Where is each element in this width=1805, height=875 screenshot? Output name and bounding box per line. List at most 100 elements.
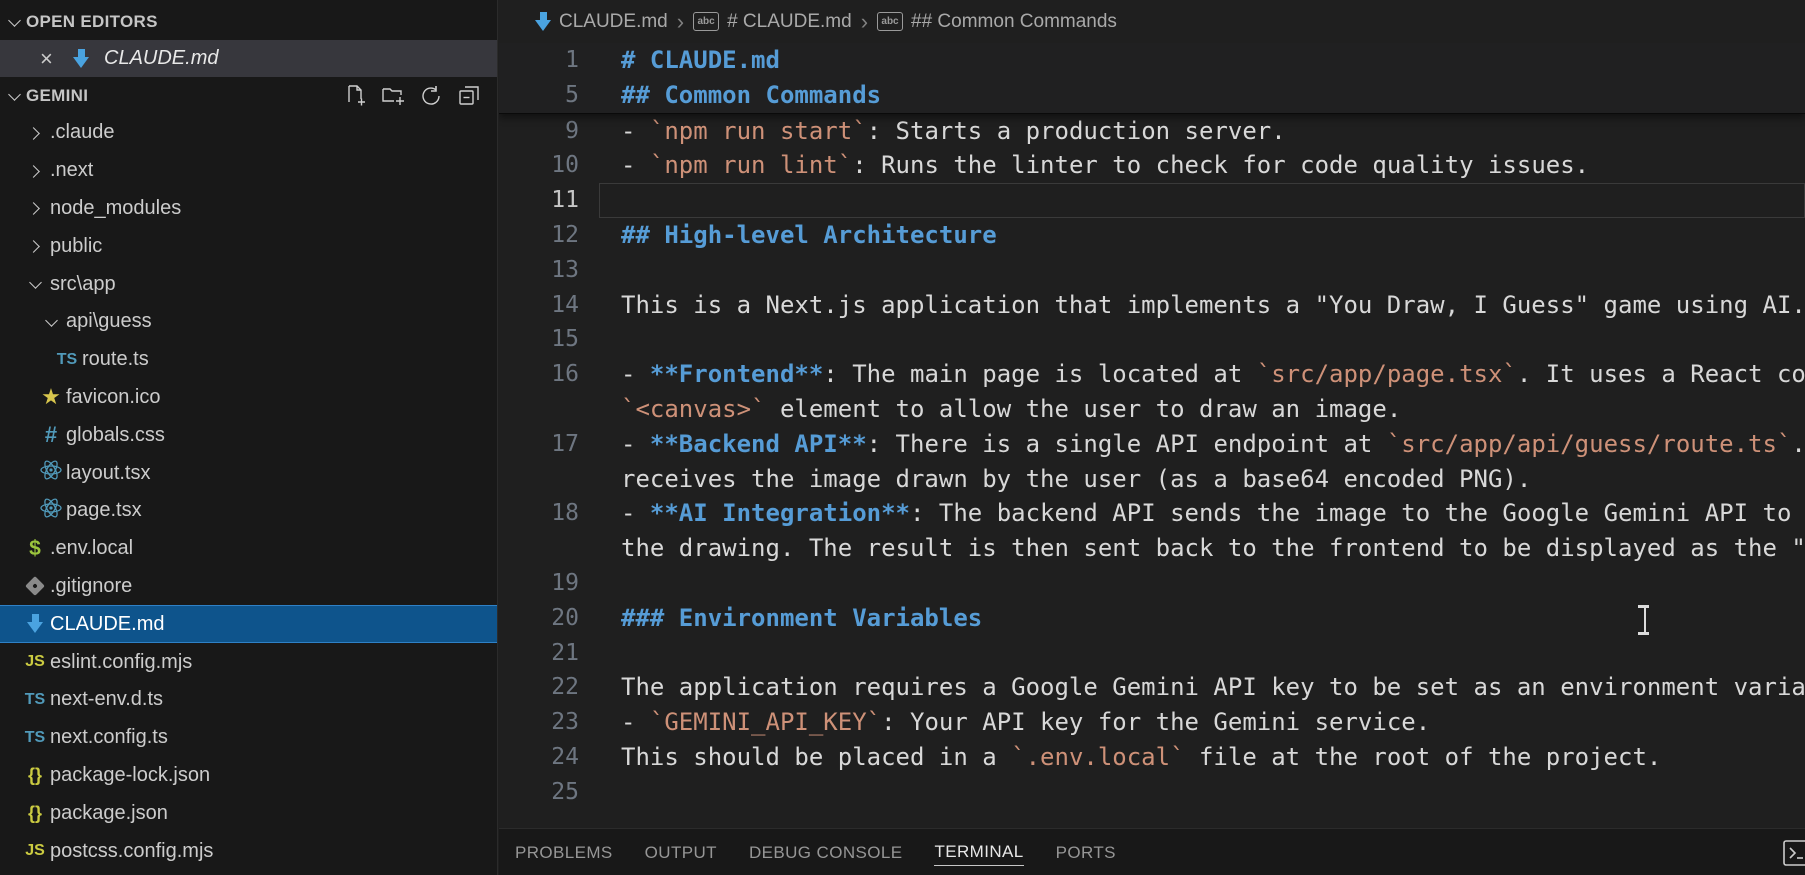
- panel-tab-terminal[interactable]: TERMINAL: [934, 838, 1024, 866]
- tree-item-favicon-ico[interactable]: ★ favicon.ico: [0, 379, 497, 417]
- token-text: -: [621, 499, 650, 528]
- token-code: `npm run lint`: [649, 151, 853, 180]
- editor-line[interactable]: 18 - **AI Integration**: The backend API …: [499, 496, 1805, 531]
- tree-item-postcss-config-mjs[interactable]: JS postcss.config.mjs: [0, 832, 497, 870]
- editor-line[interactable]: 19: [499, 566, 1805, 601]
- editor-line[interactable]: 15: [499, 322, 1805, 357]
- tree-item--env-local[interactable]: $ .env.local: [0, 530, 497, 568]
- chevron-down-icon: [45, 316, 57, 328]
- token-code: `src/app/page.tsx`: [1256, 360, 1517, 389]
- token-code: `<canvas>`: [621, 394, 766, 423]
- token-text: : There is a single API endpoint at: [866, 429, 1387, 458]
- editor-line[interactable]: 23 - `GEMINI_API_KEY`: Your API key for t…: [499, 705, 1805, 740]
- token-heading: # CLAUDE.md: [621, 46, 780, 74]
- tree-item-src-app[interactable]: src\app: [0, 265, 497, 303]
- line-number: 12: [551, 221, 579, 248]
- tree-item-label: public: [50, 234, 103, 257]
- tree-item--next[interactable]: .next: [0, 152, 497, 190]
- panel-tab-ports[interactable]: PORTS: [1056, 839, 1116, 866]
- editor-line[interactable]: 10 - `npm run lint`: Runs the linter to c…: [499, 148, 1805, 183]
- panel-tab-debug-console[interactable]: DEBUG CONSOLE: [749, 839, 903, 866]
- tree-item-label: package-lock.json: [50, 763, 211, 786]
- editor-line[interactable]: 22 The application requires a Google Gemi…: [499, 670, 1805, 705]
- editor-line[interactable]: receives the image drawn by the user (as…: [499, 462, 1805, 497]
- file-icon-slot: $: [20, 537, 50, 561]
- editor-line[interactable]: 24 This should be placed in a `.env.local…: [499, 740, 1805, 775]
- tree-item--gitignore[interactable]: .gitignore: [0, 568, 497, 606]
- tree-item-eslint-config-mjs[interactable]: JS eslint.config.mjs: [0, 643, 497, 681]
- token-text: This should be placed in a: [621, 742, 1012, 771]
- explorer-section-header[interactable]: GEMINI: [0, 77, 497, 114]
- tree-item-label: .gitignore: [50, 574, 133, 597]
- editor-line[interactable]: 1 # CLAUDE.md: [499, 43, 1805, 78]
- token-bold: **Frontend**: [649, 360, 824, 389]
- editor-line[interactable]: the drawing. The result is then sent bac…: [499, 531, 1805, 566]
- tree-item-package-json[interactable]: {} package.json: [0, 794, 497, 832]
- tree-item-claude-md[interactable]: CLAUDE.md: [0, 605, 497, 644]
- chevron-down-icon: [8, 90, 20, 102]
- close-icon[interactable]: ×: [40, 46, 66, 72]
- line-number: 20: [551, 604, 579, 631]
- editor-line[interactable]: 13: [499, 253, 1805, 288]
- editor-line[interactable]: 20 ### Environment Variables: [499, 601, 1805, 636]
- breadcrumb-item[interactable]: CLAUDE.md: [535, 11, 668, 33]
- tree-item-label: next-env.d.ts: [50, 688, 164, 711]
- tree-item-node-modules[interactable]: node_modules: [0, 190, 497, 228]
- editor-pane[interactable]: 1 # CLAUDE.md 5 ## Common Commands 9 - `npm …: [499, 43, 1805, 828]
- folder-chevron: [20, 240, 50, 252]
- editor-line[interactable]: 17 - **Backend API**: There is a single A…: [499, 427, 1805, 462]
- css-hash-icon: #: [44, 422, 58, 448]
- editor-line[interactable]: 25: [499, 775, 1805, 810]
- panel-tab-problems[interactable]: PROBLEMS: [515, 839, 613, 866]
- breadcrumb: CLAUDE.md › abc # CLAUDE.md › abc ## Common Co…: [499, 0, 1805, 43]
- breadcrumb-item[interactable]: abc ## Common Commands: [877, 11, 1117, 33]
- line-content: - **AI Integration**: The backend API se…: [621, 496, 1805, 531]
- chevron-right-icon: [29, 165, 41, 177]
- tree-item-label: package.json: [50, 801, 168, 824]
- line-content: - `npm run start`: Starts a production s…: [621, 114, 1286, 149]
- token-bold: **AI Integration**: [649, 499, 910, 528]
- tree-item-globals-css[interactable]: # globals.css: [0, 416, 497, 454]
- tree-item-package-lock-json[interactable]: {} package-lock.json: [0, 757, 497, 795]
- editor-lines[interactable]: 9 - `npm run start`: Starts a production …: [499, 114, 1805, 810]
- file-icon-slot: [36, 496, 66, 526]
- editor-group: CLAUDE.md › abc # CLAUDE.md › abc ## Common Co…: [499, 0, 1805, 875]
- editor-line[interactable]: 14 This is a Next.js application that imp…: [499, 288, 1805, 323]
- editor-line[interactable]: 5 ## Common Commands: [499, 78, 1805, 113]
- line-number: 5: [565, 81, 579, 108]
- editor-line[interactable]: 21: [499, 636, 1805, 671]
- line-content: ### Environment Variables: [621, 601, 982, 636]
- markdown-icon: [535, 11, 551, 32]
- tree-item-label: .claude: [50, 121, 115, 144]
- refresh-icon[interactable]: [418, 83, 443, 108]
- tree-item--claude[interactable]: .claude: [0, 114, 497, 152]
- panel-tab-output[interactable]: OUTPUT: [645, 839, 717, 866]
- editor-line-current[interactable]: 11: [499, 183, 1805, 218]
- tree-item-page-tsx[interactable]: page.tsx: [0, 492, 497, 530]
- markdown-file-icon: [66, 48, 96, 69]
- open-editor-item-claude-md[interactable]: × CLAUDE.md: [0, 40, 497, 77]
- line-content: - **Frontend**: The main page is located…: [621, 357, 1805, 392]
- editor-line[interactable]: 16 - **Frontend**: The main page is locat…: [499, 357, 1805, 392]
- token-text: receives the image drawn by the user (as…: [621, 464, 1532, 493]
- breadcrumb-item[interactable]: abc # CLAUDE.md: [693, 11, 852, 33]
- editor-line[interactable]: 12 ## High-level Architecture: [499, 218, 1805, 253]
- editor-line[interactable]: 9 - `npm run start`: Starts a production …: [499, 114, 1805, 149]
- star-icon: ★: [41, 384, 61, 410]
- sticky-scroll[interactable]: 1 # CLAUDE.md 5 ## Common Commands: [499, 43, 1805, 114]
- editor-line[interactable]: `<canvas>` element to allow the user to …: [499, 392, 1805, 427]
- tree-item-route-ts[interactable]: TS route.ts: [0, 341, 497, 379]
- new-file-icon[interactable]: [342, 83, 367, 108]
- token-text: -: [621, 116, 650, 145]
- typescript-icon: TS: [24, 728, 46, 746]
- tree-item-public[interactable]: public: [0, 227, 497, 265]
- tree-item-next-config-ts[interactable]: TS next.config.ts: [0, 719, 497, 757]
- collapse-all-icon[interactable]: [456, 83, 481, 108]
- tree-item-label: api\guess: [66, 310, 152, 333]
- tree-item-next-env-d-ts[interactable]: TS next-env.d.ts: [0, 681, 497, 719]
- open-editors-header[interactable]: OPEN EDITORS: [0, 4, 497, 40]
- open-terminal-icon[interactable]: [1782, 839, 1805, 867]
- tree-item-api-guess[interactable]: api\guess: [0, 303, 497, 341]
- new-folder-icon[interactable]: [380, 83, 405, 108]
- tree-item-layout-tsx[interactable]: layout.tsx: [0, 454, 497, 492]
